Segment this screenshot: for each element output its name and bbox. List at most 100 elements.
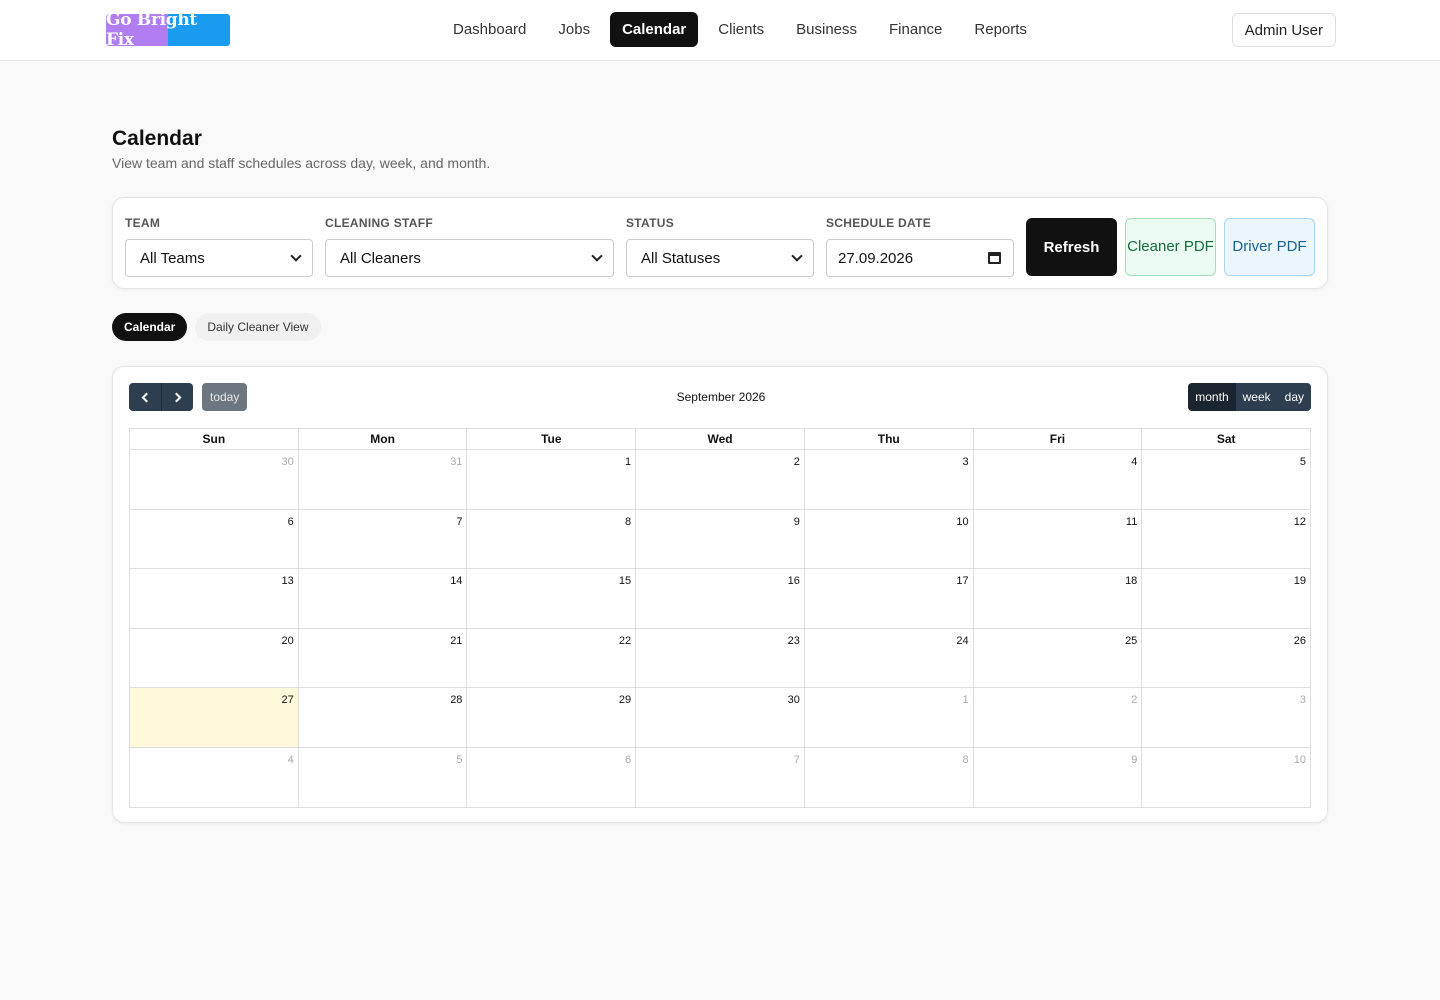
day-number[interactable]: 7 xyxy=(456,516,462,528)
day-number[interactable]: 20 xyxy=(281,635,293,647)
day-cell[interactable]: 18 xyxy=(974,569,1143,628)
day-cell[interactable]: 14 xyxy=(299,569,468,628)
day-cell[interactable]: 6 xyxy=(467,747,637,807)
day-cell[interactable]: 4 xyxy=(974,450,1143,509)
day-number[interactable]: 30 xyxy=(281,456,293,468)
view-week-button[interactable]: week xyxy=(1235,383,1278,411)
day-cell[interactable]: 29 xyxy=(467,688,637,747)
day-number[interactable]: 4 xyxy=(1131,456,1137,468)
cleaner-pdf-button[interactable]: Cleaner PDF xyxy=(1125,218,1216,276)
day-cell[interactable]: 5 xyxy=(299,747,468,807)
day-cell[interactable]: 31 xyxy=(299,450,468,509)
day-cell[interactable]: 5 xyxy=(1142,450,1310,509)
day-number[interactable]: 29 xyxy=(619,694,631,706)
day-cell[interactable]: 6 xyxy=(130,509,299,568)
nav-finance[interactable]: Finance xyxy=(877,12,954,47)
day-cell[interactable]: 8 xyxy=(467,509,637,568)
tab-daily-cleaner-view[interactable]: Daily Cleaner View xyxy=(195,313,321,341)
day-number[interactable]: 17 xyxy=(956,575,968,587)
day-cell[interactable]: 1 xyxy=(805,688,974,747)
day-number[interactable]: 1 xyxy=(625,456,631,468)
nav-business[interactable]: Business xyxy=(784,12,869,47)
day-number[interactable]: 6 xyxy=(625,754,631,766)
day-number[interactable]: 6 xyxy=(288,516,294,528)
day-number[interactable]: 27 xyxy=(281,694,293,706)
team-select[interactable]: All Teams xyxy=(125,239,313,277)
day-number[interactable]: 25 xyxy=(1125,635,1137,647)
day-number[interactable]: 18 xyxy=(1125,575,1137,587)
day-number[interactable]: 19 xyxy=(1294,575,1306,587)
day-cell[interactable]: 17 xyxy=(805,569,974,628)
day-number[interactable]: 30 xyxy=(788,694,800,706)
day-cell[interactable]: 1 xyxy=(467,450,637,509)
day-cell[interactable]: 2 xyxy=(974,688,1143,747)
day-number[interactable]: 22 xyxy=(619,635,631,647)
day-cell[interactable]: 9 xyxy=(974,747,1143,807)
day-number[interactable]: 2 xyxy=(794,456,800,468)
day-number[interactable]: 7 xyxy=(794,754,800,766)
day-cell[interactable]: 26 xyxy=(1142,629,1310,688)
day-number[interactable]: 5 xyxy=(1300,456,1306,468)
day-cell[interactable]: 3 xyxy=(805,450,974,509)
day-number[interactable]: 9 xyxy=(1131,754,1137,766)
day-cell[interactable]: 8 xyxy=(805,747,974,807)
day-number[interactable]: 12 xyxy=(1294,516,1306,528)
driver-pdf-button[interactable]: Driver PDF xyxy=(1224,218,1315,276)
day-cell[interactable]: 30 xyxy=(636,688,805,747)
nav-reports[interactable]: Reports xyxy=(962,12,1039,47)
day-cell[interactable]: 4 xyxy=(130,747,299,807)
day-number[interactable]: 16 xyxy=(788,575,800,587)
day-number[interactable]: 2 xyxy=(1131,694,1137,706)
day-cell[interactable]: 22 xyxy=(467,628,637,687)
day-cell[interactable]: 25 xyxy=(974,628,1143,687)
day-cell[interactable]: 12 xyxy=(1142,510,1310,569)
day-cell[interactable]: 21 xyxy=(299,628,468,687)
day-cell[interactable]: 9 xyxy=(636,509,805,568)
day-number[interactable]: 23 xyxy=(788,635,800,647)
day-cell[interactable]: 20 xyxy=(130,628,299,687)
day-cell[interactable]: 11 xyxy=(974,509,1143,568)
day-cell-today[interactable]: 27 xyxy=(130,688,299,747)
day-number[interactable]: 4 xyxy=(288,754,294,766)
nav-dashboard[interactable]: Dashboard xyxy=(441,12,538,47)
day-cell[interactable]: 7 xyxy=(636,747,805,807)
day-number[interactable]: 8 xyxy=(962,754,968,766)
day-cell[interactable]: 23 xyxy=(636,628,805,687)
day-number[interactable]: 5 xyxy=(456,754,462,766)
day-cell[interactable]: 30 xyxy=(130,450,299,509)
nav-calendar[interactable]: Calendar xyxy=(610,12,699,47)
day-number[interactable]: 9 xyxy=(794,516,800,528)
view-day-button[interactable]: day xyxy=(1277,383,1311,411)
day-number[interactable]: 15 xyxy=(619,575,631,587)
day-cell[interactable]: 7 xyxy=(299,509,468,568)
day-cell[interactable]: 16 xyxy=(636,569,805,628)
day-number[interactable]: 3 xyxy=(962,456,968,468)
day-number[interactable]: 11 xyxy=(1126,516,1137,528)
nav-jobs[interactable]: Jobs xyxy=(546,12,602,47)
day-number[interactable]: 14 xyxy=(450,575,462,587)
day-cell[interactable]: 10 xyxy=(1142,748,1310,808)
day-cell[interactable]: 10 xyxy=(805,509,974,568)
day-number[interactable]: 31 xyxy=(450,456,462,468)
day-cell[interactable]: 3 xyxy=(1142,688,1310,747)
refresh-button[interactable]: Refresh xyxy=(1026,218,1117,276)
day-number[interactable]: 10 xyxy=(956,516,968,528)
view-month-button[interactable]: month xyxy=(1188,383,1236,411)
day-number[interactable]: 21 xyxy=(450,635,462,647)
day-number[interactable]: 28 xyxy=(450,694,462,706)
brand-logo[interactable]: Go Bright Fix xyxy=(106,14,230,46)
day-cell[interactable]: 19 xyxy=(1142,569,1310,628)
day-number[interactable]: 26 xyxy=(1294,635,1306,647)
user-menu-button[interactable]: Admin User xyxy=(1231,13,1336,47)
day-number[interactable]: 24 xyxy=(956,635,968,647)
day-cell[interactable]: 28 xyxy=(299,688,468,747)
day-cell[interactable]: 13 xyxy=(130,569,299,628)
schedule-date-input[interactable]: 27.09.2026 xyxy=(826,239,1014,277)
day-number[interactable]: 8 xyxy=(625,516,631,528)
status-select[interactable]: All Statuses xyxy=(626,239,814,277)
day-number[interactable]: 13 xyxy=(281,575,293,587)
day-number[interactable]: 1 xyxy=(962,694,968,706)
nav-clients[interactable]: Clients xyxy=(706,12,776,47)
staff-select[interactable]: All Cleaners xyxy=(325,239,614,277)
day-cell[interactable]: 24 xyxy=(805,628,974,687)
